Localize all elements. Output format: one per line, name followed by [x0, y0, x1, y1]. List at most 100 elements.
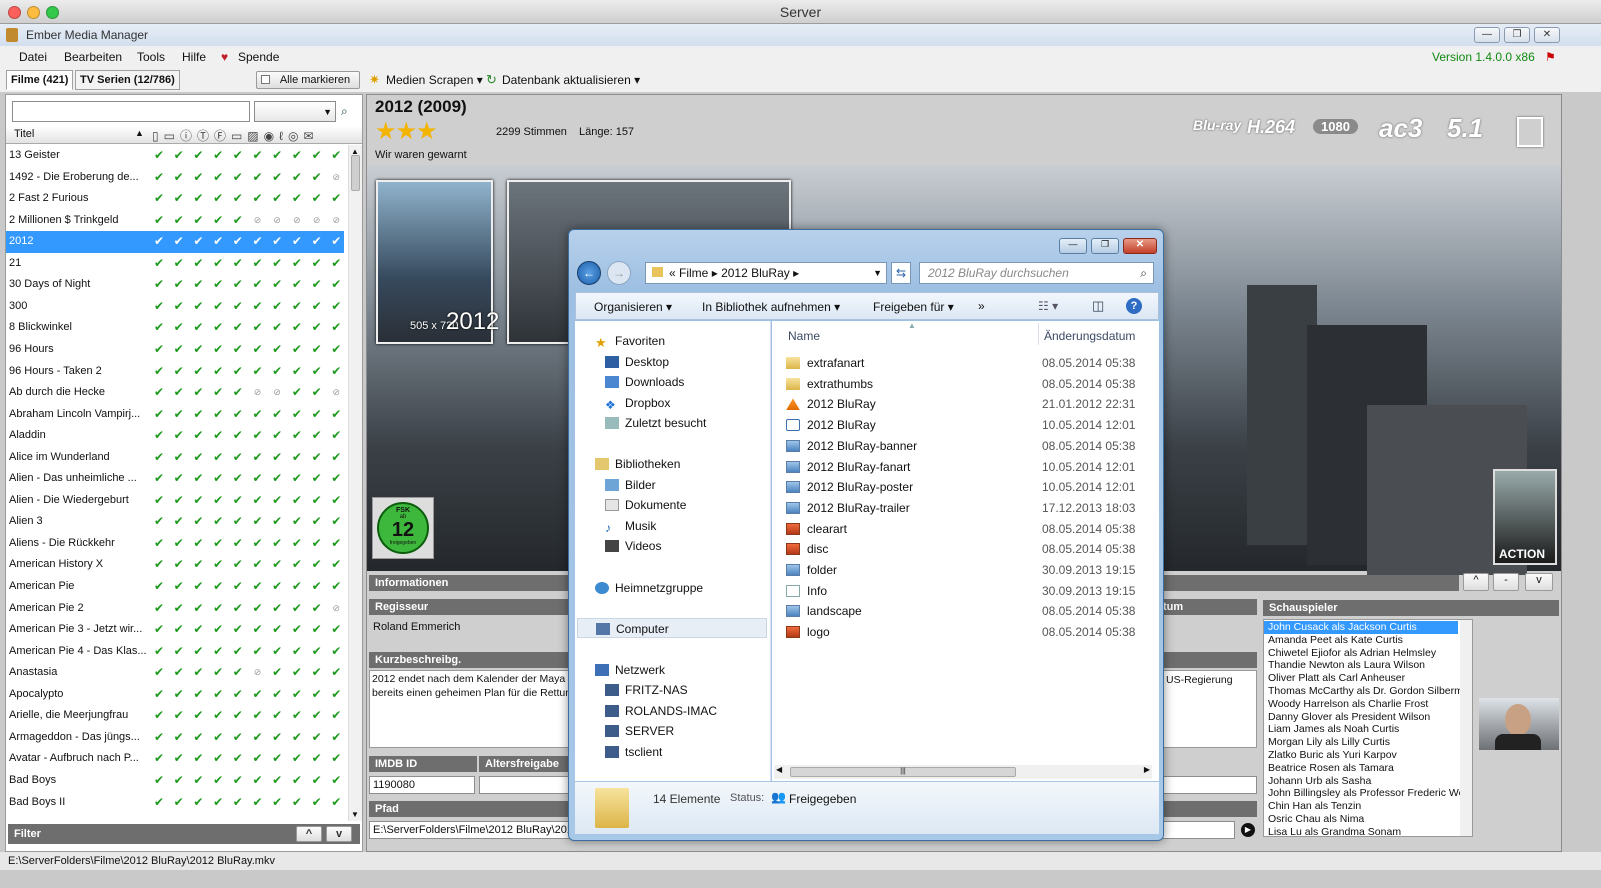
forward-button[interactable]: →	[607, 261, 631, 285]
movie-row[interactable]: 13 Geister ✔ ✔ ✔ ✔ ✔ ✔ ✔ ✔ ✔ ✔	[6, 145, 344, 167]
file-row[interactable]: extrathumbs 08.05.2014 05:38	[772, 374, 1152, 394]
play-icon[interactable]: ▶	[1241, 823, 1255, 837]
scroll-left-icon[interactable]: ◀	[776, 765, 782, 774]
zoom-traffic-icon[interactable]	[46, 6, 59, 19]
actor-item[interactable]: Thandie Newton als Laura Wilson	[1268, 659, 1425, 672]
search-field-dropdown[interactable]: ▼	[254, 101, 336, 122]
movie-row[interactable]: Alien - Das unheimliche ... ✔ ✔ ✔ ✔ ✔ ✔ ✔ ✔ ✔ ✔	[6, 468, 344, 490]
explorer-close-button[interactable]: ✕	[1123, 238, 1157, 254]
nav-network[interactable]: Netzwerk	[595, 660, 665, 680]
nav-downloads[interactable]: Downloads	[605, 372, 684, 392]
nav-libraries[interactable]: Bibliotheken	[595, 454, 680, 474]
nav-rolands-imac[interactable]: ROLANDS-IMAC	[605, 701, 717, 721]
nav-videos[interactable]: Videos	[605, 536, 661, 556]
minimize-button[interactable]: —	[1474, 27, 1500, 43]
help-icon[interactable]: ?	[1126, 298, 1142, 314]
list-scrollbar[interactable]: ▲ ▼	[348, 145, 362, 821]
movie-row[interactable]: 300 ✔ ✔ ✔ ✔ ✔ ✔ ✔ ✔ ✔ ✔	[6, 296, 344, 318]
movie-row[interactable]: Aladdin ✔ ✔ ✔ ✔ ✔ ✔ ✔ ✔ ✔ ✔	[6, 425, 344, 447]
nav-fritz-nas[interactable]: FRITZ-NAS	[605, 680, 688, 700]
movie-row[interactable]: Alien - Die Wiedergeburt ✔ ✔ ✔ ✔ ✔ ✔ ✔ ✔ ✔ ✔	[6, 490, 344, 512]
column-name-header[interactable]: Name	[788, 329, 820, 343]
movie-row[interactable]: 2012 ✔ ✔ ✔ ✔ ✔ ✔ ✔ ✔ ✔ ✔	[6, 231, 344, 253]
column-title[interactable]: Titel	[14, 128, 34, 140]
menu-spende[interactable]: Spende	[238, 50, 279, 64]
movie-row[interactable]: American Pie 3 - Jetzt wir... ✔ ✔ ✔ ✔ ✔ ✔ ✔ ✔ ✔ ✔	[6, 619, 344, 641]
file-row[interactable]: clearart 08.05.2014 05:38	[772, 519, 1152, 539]
nav-dropbox[interactable]: ❖ Dropbox	[605, 393, 670, 413]
nav-favorites[interactable]: ★ Favoriten	[595, 331, 665, 351]
movie-row[interactable]: Bad Boys ✔ ✔ ✔ ✔ ✔ ✔ ✔ ✔ ✔ ✔	[6, 770, 344, 792]
file-row[interactable]: disc 08.05.2014 05:38	[772, 539, 1152, 559]
filter-down-button[interactable]: v	[326, 826, 352, 842]
file-row[interactable]: logo 08.05.2014 05:38	[772, 622, 1152, 642]
menu-bearbeiten[interactable]: Bearbeiten	[64, 50, 122, 64]
nav-recent[interactable]: Zuletzt besucht	[605, 413, 706, 433]
actor-item[interactable]: Morgan Lily als Lilly Curtis	[1268, 736, 1390, 749]
nav-desktop[interactable]: Desktop	[605, 352, 669, 372]
nav-homegroup[interactable]: Heimnetzgruppe	[595, 578, 703, 598]
nav-tsclient[interactable]: tsclient	[605, 742, 662, 762]
minimize-traffic-icon[interactable]	[27, 6, 40, 19]
breadcrumb-filme[interactable]: Filme	[679, 266, 708, 280]
nav-documents[interactable]: Dokumente	[605, 495, 686, 515]
file-row[interactable]: extrafanart 08.05.2014 05:38	[772, 353, 1152, 373]
actor-item[interactable]: Lisa Lu als Grandma Sonam	[1268, 826, 1401, 836]
info-up-button[interactable]: ^	[1463, 573, 1489, 591]
actor-item[interactable]: Amanda Peet als Kate Curtis	[1268, 634, 1403, 647]
movie-row[interactable]: American Pie 2 ✔ ✔ ✔ ✔ ✔ ✔ ✔ ✔ ✔ ⊘	[6, 598, 344, 620]
file-row[interactable]: 2012 BluRay-banner 08.05.2014 05:38	[772, 436, 1152, 456]
movie-row[interactable]: American History X ✔ ✔ ✔ ✔ ✔ ✔ ✔ ✔ ✔ ✔	[6, 554, 344, 576]
actor-item[interactable]: John Cusack als Jackson Curtis	[1264, 621, 1458, 634]
nav-music[interactable]: ♪ Musik	[605, 516, 656, 536]
close-traffic-icon[interactable]	[8, 6, 21, 19]
nav-computer[interactable]: Computer	[577, 618, 767, 638]
movie-row[interactable]: Alien 3 ✔ ✔ ✔ ✔ ✔ ✔ ✔ ✔ ✔ ✔	[6, 511, 344, 533]
movie-row[interactable]: Aliens - Die Rückkehr ✔ ✔ ✔ ✔ ✔ ✔ ✔ ✔ ✔ ✔	[6, 533, 344, 555]
preview-pane-icon[interactable]: ◫	[1092, 298, 1104, 314]
actor-item[interactable]: Chin Han als Tenzin	[1268, 800, 1361, 813]
explorer-minimize-button[interactable]: —	[1059, 238, 1087, 254]
scroll-right-icon[interactable]: ▶	[1144, 765, 1150, 774]
actor-item[interactable]: Beatrice Rosen als Tamara	[1268, 762, 1394, 775]
actor-item[interactable]: Danny Glover als President Wilson	[1268, 711, 1430, 724]
actor-item[interactable]: Oliver Platt als Carl Anheuser	[1268, 672, 1405, 685]
movie-row[interactable]: 96 Hours - Taken 2 ✔ ✔ ✔ ✔ ✔ ✔ ✔ ✔ ✔ ✔	[6, 361, 344, 383]
movie-row[interactable]: Ab durch die Hecke ✔ ✔ ✔ ✔ ✔ ⊘ ⊘ ✔ ✔ ⊘	[6, 382, 344, 404]
nav-server[interactable]: SERVER	[605, 721, 674, 741]
flag-icon[interactable]: ⚑	[1545, 50, 1556, 64]
scroll-thumb[interactable]: |||	[790, 767, 1016, 777]
movie-row[interactable]: American Pie ✔ ✔ ✔ ✔ ✔ ✔ ✔ ✔ ✔ ✔	[6, 576, 344, 598]
add-to-library-button[interactable]: In Bibliothek aufnehmen ▾	[702, 300, 840, 314]
actor-item[interactable]: Thomas McCarthy als Dr. Gordon Silberman	[1268, 685, 1472, 698]
search-input[interactable]	[12, 101, 250, 122]
extra-field[interactable]	[1163, 776, 1257, 794]
back-button[interactable]: ←	[577, 261, 601, 285]
movie-row[interactable]: Abraham Lincoln Vampirj... ✔ ✔ ✔ ✔ ✔ ✔ ✔ ✔ ✔ ✔	[6, 404, 344, 426]
mark-all-button[interactable]: Alle markieren	[256, 71, 360, 89]
actors-list[interactable]: John Cusack als Jackson Curtis Amanda Pee…	[1263, 619, 1473, 837]
breadcrumb-2012-bluray[interactable]: 2012 BluRay	[721, 266, 790, 280]
movie-row[interactable]: Alice im Wunderland ✔ ✔ ✔ ✔ ✔ ✔ ✔ ✔ ✔ ✔	[6, 447, 344, 469]
cert-field[interactable]	[479, 776, 571, 794]
movie-row[interactable]: Armageddon - Das jüngs... ✔ ✔ ✔ ✔ ✔ ✔ ✔ ✔ ✔ ✔	[6, 727, 344, 749]
actor-item[interactable]: Woody Harrelson als Charlie Frost	[1268, 698, 1428, 711]
menu-tools[interactable]: Tools	[137, 50, 165, 64]
movie-row[interactable]: Arielle, die Meerjungfrau ✔ ✔ ✔ ✔ ✔ ✔ ✔ ✔ ✔ ✔	[6, 705, 344, 727]
movie-row[interactable]: 30 Days of Night ✔ ✔ ✔ ✔ ✔ ✔ ✔ ✔ ✔ ✔	[6, 274, 344, 296]
search-icon[interactable]: ⌕	[1140, 263, 1147, 283]
poster-image[interactable]: 505 x 720 2012	[376, 180, 499, 344]
file-row[interactable]: folder 30.09.2013 19:15	[772, 560, 1152, 580]
movie-row[interactable]: 2 Millionen $ Trinkgeld ✔ ✔ ✔ ✔ ✔ ⊘ ⊘ ⊘ ⊘ ⊘	[6, 210, 344, 232]
actor-item[interactable]: John Billingsley als Professor Frederic …	[1268, 787, 1472, 800]
view-options-icon[interactable]: ☷ ▾	[1038, 299, 1058, 313]
column-status-icons[interactable]: ▯▭ⓘⓉⒻ▭▨◉ℓ◎✉	[152, 127, 319, 144]
tab-movies[interactable]: Filme (421)	[6, 70, 74, 90]
filter-up-button[interactable]: ^	[296, 826, 322, 842]
file-row[interactable]: 2012 BluRay-trailer 17.12.2013 18:03	[772, 498, 1152, 518]
actor-item[interactable]: Osric Chau als Nima	[1268, 813, 1364, 826]
movie-row[interactable]: Bad Boys II ✔ ✔ ✔ ✔ ✔ ✔ ✔ ✔ ✔ ✔	[6, 792, 344, 814]
movie-row[interactable]: 2 Fast 2 Furious ✔ ✔ ✔ ✔ ✔ ✔ ✔ ✔ ✔ ✔	[6, 188, 344, 210]
share-with-button[interactable]: Freigeben für ▾	[873, 300, 954, 314]
movie-row[interactable]: Avatar - Aufbruch nach P... ✔ ✔ ✔ ✔ ✔ ✔ ✔ ✔ ✔ ✔	[6, 748, 344, 770]
